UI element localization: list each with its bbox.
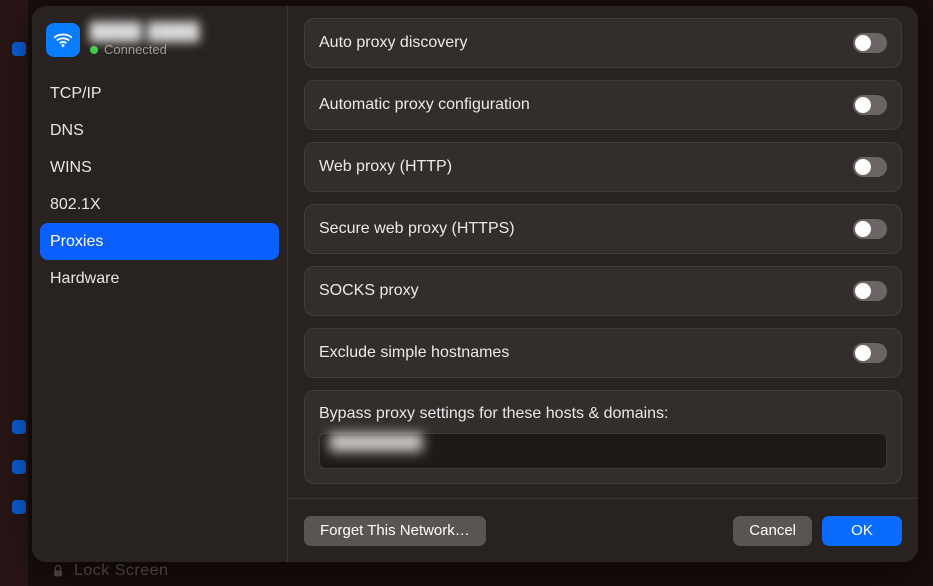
bg-app-icon [12,500,26,514]
sidebar: ████ ████ Connected TCP/IP DNS WINS 802.… [32,6,288,562]
forget-network-button[interactable]: Forget This Network… [304,516,486,546]
proxy-row-card: Web proxy (HTTP) [304,142,902,192]
sidebar-item-proxies[interactable]: Proxies [40,223,279,260]
proxy-row-exclude-simple: Exclude simple hostnames [319,329,887,377]
network-header: ████ ████ Connected [40,16,279,71]
button-label: OK [851,522,873,539]
sidebar-item-label: Hardware [50,270,119,288]
footer: Forget This Network… Cancel OK [288,498,918,562]
toggle-exclude-simple[interactable] [853,343,887,363]
sidebar-item-label: WINS [50,159,92,177]
proxy-row-socks: SOCKS proxy [319,267,887,315]
proxy-row-label: Auto proxy discovery [319,34,468,52]
proxy-row-https: Secure web proxy (HTTPS) [319,205,887,253]
sidebar-item-label: Proxies [50,233,103,251]
proxy-row-http: Web proxy (HTTP) [319,143,887,191]
proxy-row-auto-discovery: Auto proxy discovery [319,19,887,67]
content-pane: Auto proxy discovery Automatic proxy con… [288,6,918,562]
wifi-icon [46,23,80,57]
network-settings-dialog: ████ ████ Connected TCP/IP DNS WINS 802.… [32,6,918,562]
bypass-hosts-value: ████████ [330,434,423,451]
bg-app-icon [12,42,26,56]
bypass-card: Bypass proxy settings for these hosts & … [304,390,902,484]
ok-button[interactable]: OK [822,516,902,546]
proxy-row-card: SOCKS proxy [304,266,902,316]
proxy-row-card: Auto proxy discovery [304,18,902,68]
proxy-row-label: SOCKS proxy [319,282,419,300]
toggle-auto-config[interactable] [853,95,887,115]
proxy-row-label: Web proxy (HTTP) [319,158,452,176]
proxy-row-label: Secure web proxy (HTTPS) [319,220,515,238]
toggle-socks[interactable] [853,281,887,301]
toggle-https[interactable] [853,219,887,239]
sidebar-item-hardware[interactable]: Hardware [40,260,279,297]
proxy-row-label: Automatic proxy configuration [319,96,530,114]
network-name: ████ ████ [90,22,200,42]
background-sidebar [0,0,28,586]
bypass-label: Bypass proxy settings for these hosts & … [319,405,887,423]
sidebar-item-label: 802.1X [50,196,101,214]
background-lock-label: Lock Screen [74,562,168,580]
sidebar-item-wins[interactable]: WINS [40,149,279,186]
button-label: Forget This Network… [320,522,470,539]
proxy-row-card: Exclude simple hostnames [304,328,902,378]
proxy-row-card: Automatic proxy configuration [304,80,902,130]
toggle-http[interactable] [853,157,887,177]
sidebar-item-tcpip[interactable]: TCP/IP [40,75,279,112]
button-label: Cancel [749,522,796,539]
network-status: Connected [90,42,200,57]
proxy-row-card: Secure web proxy (HTTPS) [304,204,902,254]
cancel-button[interactable]: Cancel [733,516,812,546]
sidebar-item-8021x[interactable]: 802.1X [40,186,279,223]
sidebar-item-dns[interactable]: DNS [40,112,279,149]
bg-app-icon [12,460,26,474]
sidebar-menu: TCP/IP DNS WINS 802.1X Proxies Hardware [40,75,279,297]
sidebar-item-label: TCP/IP [50,85,102,103]
bg-app-icon [12,420,26,434]
background-lock-row: Lock Screen [50,562,168,580]
network-status-label: Connected [104,42,167,57]
toggle-auto-discovery[interactable] [853,33,887,53]
proxy-row-auto-config: Automatic proxy configuration [319,81,887,129]
proxy-row-label: Exclude simple hostnames [319,344,509,362]
lock-icon [50,563,66,579]
sidebar-item-label: DNS [50,122,84,140]
content-scroll[interactable]: Auto proxy discovery Automatic proxy con… [304,18,902,490]
status-dot-icon [90,46,98,54]
bypass-hosts-input[interactable]: ████████ [319,433,887,469]
